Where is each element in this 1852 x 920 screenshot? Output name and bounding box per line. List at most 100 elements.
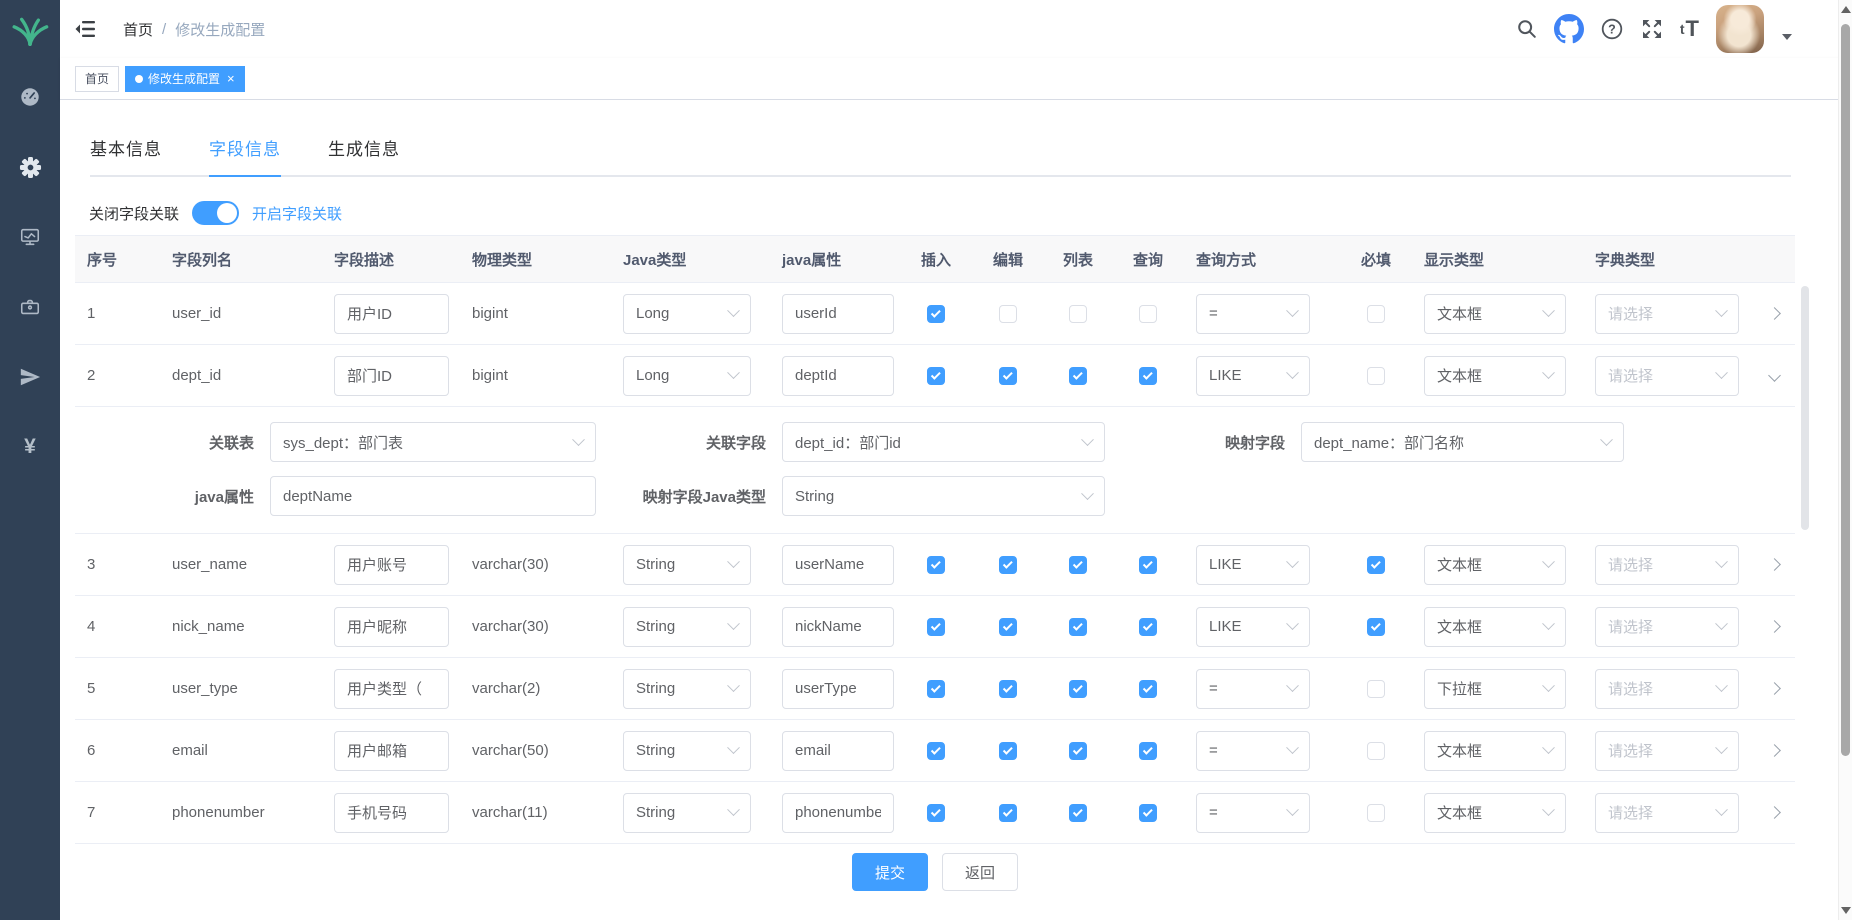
dict-type-select[interactable]: 请选择 xyxy=(1595,545,1739,585)
sidebar-collapse-icon[interactable] xyxy=(75,20,95,38)
java-field-input[interactable]: userId xyxy=(782,294,894,334)
dict-type-select[interactable]: 请选择 xyxy=(1595,607,1739,647)
description-input[interactable]: 用户账号 xyxy=(334,545,449,585)
submit-button[interactable]: 提交 xyxy=(852,853,928,891)
java-type-select[interactable]: Long xyxy=(623,294,751,334)
list-checkbox[interactable] xyxy=(1069,680,1087,698)
list-checkbox[interactable] xyxy=(1069,618,1087,636)
mapping-field-select[interactable]: dept_name：部门名称 xyxy=(1301,422,1624,462)
insert-checkbox[interactable] xyxy=(927,618,945,636)
tag-current[interactable]: 修改生成配置 × xyxy=(125,66,245,92)
query-method-select[interactable]: LIKE xyxy=(1196,545,1310,585)
query-checkbox[interactable] xyxy=(1139,618,1157,636)
query-method-select[interactable]: LIKE xyxy=(1196,607,1310,647)
required-checkbox[interactable] xyxy=(1367,305,1385,323)
search-icon[interactable] xyxy=(1516,18,1538,40)
insert-checkbox[interactable] xyxy=(927,305,945,323)
dict-type-select[interactable]: 请选择 xyxy=(1595,294,1739,334)
help-icon[interactable]: ? xyxy=(1600,17,1624,41)
required-checkbox[interactable] xyxy=(1367,367,1385,385)
edit-checkbox[interactable] xyxy=(999,367,1017,385)
sidebar-item-pay[interactable]: ¥ xyxy=(0,412,60,482)
display-type-select[interactable]: 文本框 xyxy=(1424,356,1566,396)
java-field-input[interactable]: phonenumber xyxy=(782,793,894,833)
app-logo[interactable] xyxy=(10,0,50,62)
list-checkbox[interactable] xyxy=(1069,367,1087,385)
required-checkbox[interactable] xyxy=(1367,618,1385,636)
insert-checkbox[interactable] xyxy=(927,367,945,385)
tab-generate-info[interactable]: 生成信息 xyxy=(328,135,400,175)
java-attr-input[interactable]: deptName xyxy=(270,476,596,516)
query-checkbox[interactable] xyxy=(1139,742,1157,760)
sidebar-item-tools[interactable] xyxy=(0,272,60,342)
java-type-select[interactable]: String xyxy=(623,607,751,647)
dict-type-select[interactable]: 请选择 xyxy=(1595,669,1739,709)
list-checkbox[interactable] xyxy=(1069,804,1087,822)
display-type-select[interactable]: 文本框 xyxy=(1424,545,1566,585)
tag-home[interactable]: 首页 xyxy=(75,66,119,92)
table-scrollbar-thumb[interactable] xyxy=(1801,286,1809,530)
expand-toggle[interactable] xyxy=(1764,678,1785,699)
java-field-input[interactable]: deptId xyxy=(782,356,894,396)
avatar[interactable] xyxy=(1716,5,1764,53)
query-checkbox[interactable] xyxy=(1139,556,1157,574)
display-type-select[interactable]: 文本框 xyxy=(1424,793,1566,833)
display-type-select[interactable]: 下拉框 xyxy=(1424,669,1566,709)
java-type-select[interactable]: Long xyxy=(623,356,751,396)
display-type-select[interactable]: 文本框 xyxy=(1424,294,1566,334)
sidebar-item-dashboard[interactable] xyxy=(0,62,60,132)
required-checkbox[interactable] xyxy=(1367,556,1385,574)
page-scrollbar-thumb[interactable] xyxy=(1841,24,1850,756)
edit-checkbox[interactable] xyxy=(999,618,1017,636)
query-checkbox[interactable] xyxy=(1139,680,1157,698)
description-input[interactable]: 用户邮箱 xyxy=(334,731,449,771)
query-checkbox[interactable] xyxy=(1139,305,1157,323)
fullscreen-icon[interactable] xyxy=(1640,17,1664,41)
insert-checkbox[interactable] xyxy=(927,742,945,760)
java-field-input[interactable]: nickName xyxy=(782,607,894,647)
insert-checkbox[interactable] xyxy=(927,556,945,574)
edit-checkbox[interactable] xyxy=(999,742,1017,760)
description-input[interactable]: 用户ID xyxy=(334,294,449,334)
tab-basic-info[interactable]: 基本信息 xyxy=(90,135,162,175)
required-checkbox[interactable] xyxy=(1367,804,1385,822)
avatar-dropdown-caret-icon[interactable] xyxy=(1782,34,1792,40)
java-field-input[interactable]: email xyxy=(782,731,894,771)
scrollbar-up-arrow[interactable] xyxy=(1841,6,1851,13)
edit-checkbox[interactable] xyxy=(999,556,1017,574)
expand-toggle[interactable] xyxy=(1764,740,1785,761)
list-checkbox[interactable] xyxy=(1069,742,1087,760)
dict-type-select[interactable]: 请选择 xyxy=(1595,793,1739,833)
edit-checkbox[interactable] xyxy=(999,305,1017,323)
expand-toggle[interactable] xyxy=(1764,802,1785,823)
expand-toggle[interactable] xyxy=(1764,303,1785,324)
edit-checkbox[interactable] xyxy=(999,804,1017,822)
expand-toggle[interactable] xyxy=(1764,554,1785,575)
page-scrollbar[interactable] xyxy=(1838,0,1852,920)
insert-checkbox[interactable] xyxy=(927,804,945,822)
breadcrumb-home[interactable]: 首页 xyxy=(123,19,153,40)
scrollbar-down-arrow[interactable] xyxy=(1841,907,1851,914)
query-method-select[interactable]: = xyxy=(1196,731,1310,771)
sidebar-item-guide[interactable] xyxy=(0,342,60,412)
relation-table-select[interactable]: sys_dept：部门表 xyxy=(270,422,596,462)
required-checkbox[interactable] xyxy=(1367,680,1385,698)
query-method-select[interactable]: = xyxy=(1196,793,1310,833)
sidebar-item-system[interactable] xyxy=(0,132,60,202)
query-method-select[interactable]: = xyxy=(1196,294,1310,334)
mapping-java-type-select[interactable]: String xyxy=(782,476,1105,516)
list-checkbox[interactable] xyxy=(1069,556,1087,574)
java-type-select[interactable]: String xyxy=(623,545,751,585)
description-input[interactable]: 用户类型（ xyxy=(334,669,449,709)
relation-field-select[interactable]: dept_id：部门id xyxy=(782,422,1105,462)
dict-type-select[interactable]: 请选择 xyxy=(1595,731,1739,771)
java-field-input[interactable]: userName xyxy=(782,545,894,585)
sidebar-item-monitor[interactable] xyxy=(0,202,60,272)
font-size-icon[interactable]: tT xyxy=(1680,16,1700,42)
close-icon[interactable]: × xyxy=(227,71,235,86)
dict-type-select[interactable]: 请选择 xyxy=(1595,356,1739,396)
github-icon[interactable] xyxy=(1554,14,1584,44)
query-method-select[interactable]: = xyxy=(1196,669,1310,709)
expand-toggle[interactable] xyxy=(1764,365,1785,386)
list-checkbox[interactable] xyxy=(1069,305,1087,323)
